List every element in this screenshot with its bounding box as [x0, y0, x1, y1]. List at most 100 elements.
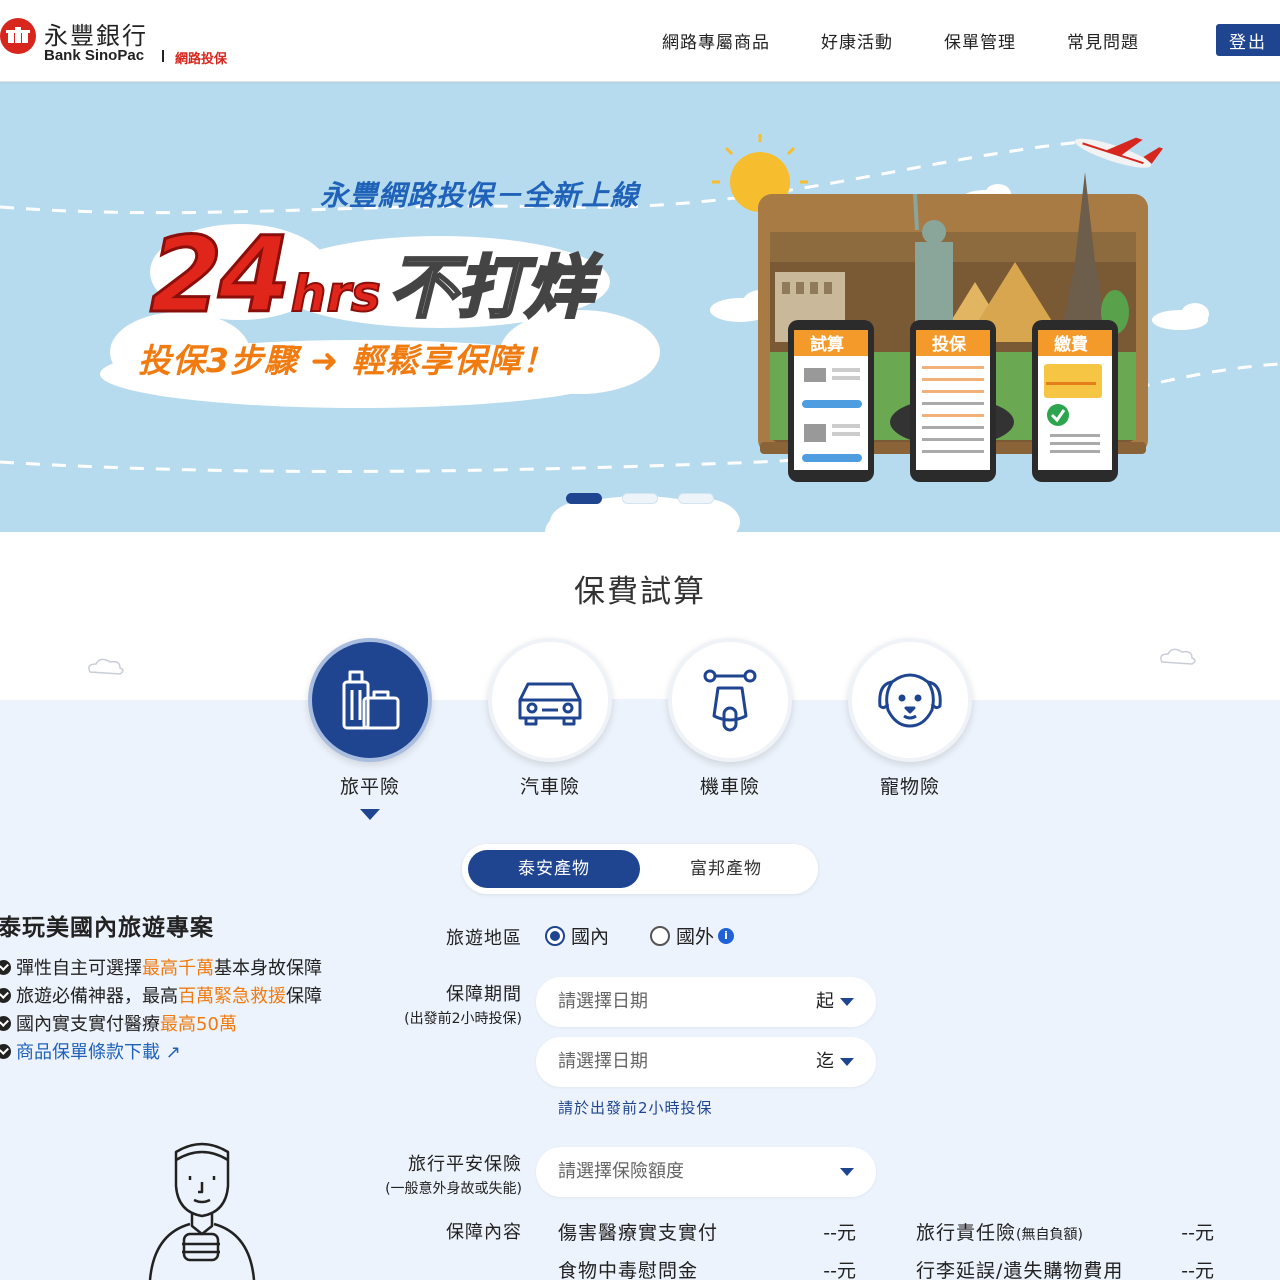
logo-english-name: Bank SinoPac — [44, 47, 145, 64]
period-label-text: 保障期間 — [446, 984, 522, 1005]
coverage-item-name: 旅行責任險(無自負額) — [916, 1218, 1083, 1245]
coverage-item-value: --元 — [823, 1222, 856, 1244]
category-car-label: 汽車險 — [519, 776, 580, 798]
check-circle-icon — [0, 988, 11, 1003]
region-label: 旅遊地區 — [446, 928, 522, 949]
amount-label-text: 旅行平安保險 — [408, 1154, 522, 1175]
plan-feature: 彈性自主可選擇最高千萬基本身故保障 — [0, 956, 336, 981]
sinopac-logo-icon — [0, 18, 36, 54]
plan-feature-list: 彈性自主可選擇最高千萬基本身故保障 旅遊必備神器，最高百萬緊急救援保障 國內實支… — [0, 956, 336, 1068]
scooter-icon — [703, 669, 757, 732]
start-date-placeholder: 請選擇日期 — [558, 991, 648, 1012]
feature-highlight: 最高50萬 — [160, 1014, 237, 1035]
end-date-tag: 迄 — [816, 1051, 834, 1072]
end-date-placeholder: 請選擇日期 — [558, 1051, 648, 1072]
car-icon — [518, 682, 582, 726]
phone-label-payment: 繳費 — [1054, 334, 1088, 355]
coverage-item-value: --元 — [823, 1260, 856, 1280]
section-curve-top — [0, 699, 1280, 720]
category-travel-label: 旅平險 — [339, 776, 400, 798]
site-header: 永豐銀行 Bank SinoPac 網路投保 網路專屬商品 好康活動 保單管理 … — [0, 0, 1280, 82]
insurer-taian-tab[interactable]: 泰安產物 — [468, 850, 640, 888]
logo-divider — [162, 50, 164, 62]
radio-checked-icon — [545, 925, 565, 946]
category-travel[interactable]: 旅平險 — [305, 638, 435, 820]
feature-highlight: 最高千萬 — [142, 958, 214, 979]
plan-download-item: 商品保單條款下載 ↗ — [0, 1040, 336, 1065]
category-scooter-circle — [668, 638, 792, 762]
hero-banner[interactable]: 試算 投保 繳費 永豐網路投保－全新上線 24hrs 不打烊 投保3步驟 ➜ 輕鬆… — [0, 82, 1280, 532]
plan-feature: 旅遊必備神器，最高百萬緊急救援保障 — [0, 984, 336, 1009]
info-icon[interactable]: i — [718, 927, 735, 944]
feature-highlight: 百萬緊急救援 — [178, 986, 286, 1007]
period-note: (出發前2小時投保) — [404, 1011, 522, 1027]
logo-subtitle: 網路投保 — [175, 52, 228, 67]
nav-promotions[interactable]: 好康活動 — [821, 28, 893, 53]
category-pet-circle — [848, 638, 972, 762]
headline-number: 24 — [149, 213, 293, 338]
category-car-circle — [488, 638, 612, 762]
period-label: 保障期間 (出發前2小時投保) — [322, 980, 522, 1028]
feature-text: 國內實支實付醫療 — [16, 1014, 160, 1035]
policy-terms-download-link[interactable]: 商品保單條款下載 ↗ — [16, 1042, 181, 1063]
active-category-caret-icon — [360, 809, 380, 820]
headline-hrs: hrs — [290, 264, 382, 324]
region-domestic-label: 國內 — [571, 926, 610, 948]
chevron-down-icon — [840, 998, 854, 1006]
category-car[interactable]: 汽車險 — [485, 638, 615, 799]
check-circle-icon — [0, 960, 11, 975]
carousel-dot-2[interactable] — [622, 493, 658, 504]
region-overseas-label: 國外 — [676, 926, 715, 948]
nav-online-products[interactable]: 網路專屬商品 — [662, 28, 770, 53]
region-overseas-radio[interactable]: 國外 i — [650, 922, 735, 949]
external-link-icon: ↗ — [160, 1042, 181, 1063]
check-circle-icon — [0, 1016, 11, 1031]
person-with-phone-illustration — [148, 1142, 256, 1280]
insurance-amount-select[interactable]: 請選擇保險額度 — [536, 1147, 876, 1197]
coverage-item-value: --元 — [1181, 1260, 1214, 1280]
category-pet[interactable]: 寵物險 — [845, 638, 975, 799]
category-scooter[interactable]: 機車險 — [665, 638, 795, 799]
chevron-down-icon — [840, 1168, 854, 1176]
feature-text: 彈性自主可選擇 — [16, 958, 142, 979]
radio-unchecked-icon — [650, 925, 670, 946]
carousel-dot-3[interactable] — [678, 493, 714, 504]
headline-nonstop: 不打烊 — [387, 248, 594, 330]
dog-icon — [878, 673, 942, 728]
amount-note: (一般意外身故或失能) — [385, 1181, 522, 1197]
coverage-name-text: 旅行責任險 — [916, 1222, 1017, 1244]
start-date-tag: 起 — [816, 991, 834, 1012]
plan-title: 泰玩美國內旅遊專案 — [0, 915, 214, 941]
start-date-picker[interactable]: 請選擇日期 起 — [536, 977, 876, 1027]
feature-text: 旅遊必備神器，最高 — [16, 986, 178, 1007]
main-nav: 網路專屬商品 好康活動 保單管理 常見問題 — [662, 28, 1190, 53]
banner-tagline: 永豐網路投保－全新上線 — [320, 179, 640, 212]
coverage-label: 保障內容 — [446, 1222, 522, 1243]
end-date-picker[interactable]: 請選擇日期 迄 — [536, 1037, 876, 1087]
coverage-item-name: 行李延誤/遺失購物費用 — [916, 1260, 1124, 1280]
chevron-down-icon — [840, 1058, 854, 1066]
check-circle-icon — [0, 1044, 11, 1059]
nav-faq[interactable]: 常見問題 — [1067, 28, 1139, 53]
logo-chinese-name: 永豐銀行 — [44, 22, 148, 50]
insurer-fubon-tab[interactable]: 富邦產物 — [640, 850, 812, 888]
coverage-item-value: --元 — [1181, 1222, 1214, 1244]
logout-button[interactable]: 登出 — [1216, 24, 1280, 56]
nav-policy-management[interactable]: 保單管理 — [944, 28, 1016, 53]
phone-label-estimate: 試算 — [810, 334, 844, 355]
banner-headline: 24hrs 不打烊 投保3步驟 ➜ 輕鬆享保障！ — [120, 210, 670, 400]
region-domestic-radio[interactable]: 國內 — [545, 922, 609, 949]
amount-placeholder: 請選擇保險額度 — [558, 1161, 684, 1182]
page-root: { "header": { "logo_cn": "永豐銀行", "logo_e… — [0, 0, 1280, 1280]
category-travel-circle — [308, 638, 432, 762]
insurer-toggle: 泰安產物 富邦產物 — [462, 844, 818, 894]
coverage-note: (無自負額) — [1016, 1227, 1083, 1243]
carousel-dot-1[interactable] — [566, 493, 602, 504]
coverage-item-name: 傷害醫療實支實付 — [558, 1222, 719, 1244]
download-link-label: 商品保單條款下載 — [16, 1042, 160, 1063]
bank-logo[interactable]: 永豐銀行 Bank SinoPac 網路投保 — [0, 14, 240, 70]
category-scooter-label: 機車險 — [699, 776, 760, 798]
plan-feature: 國內實支實付醫療最高50萬 — [0, 1012, 336, 1037]
coverage-item-name: 食物中毒慰問金 — [558, 1260, 699, 1280]
period-hint: 請於出發前2小時投保 — [558, 1099, 713, 1117]
